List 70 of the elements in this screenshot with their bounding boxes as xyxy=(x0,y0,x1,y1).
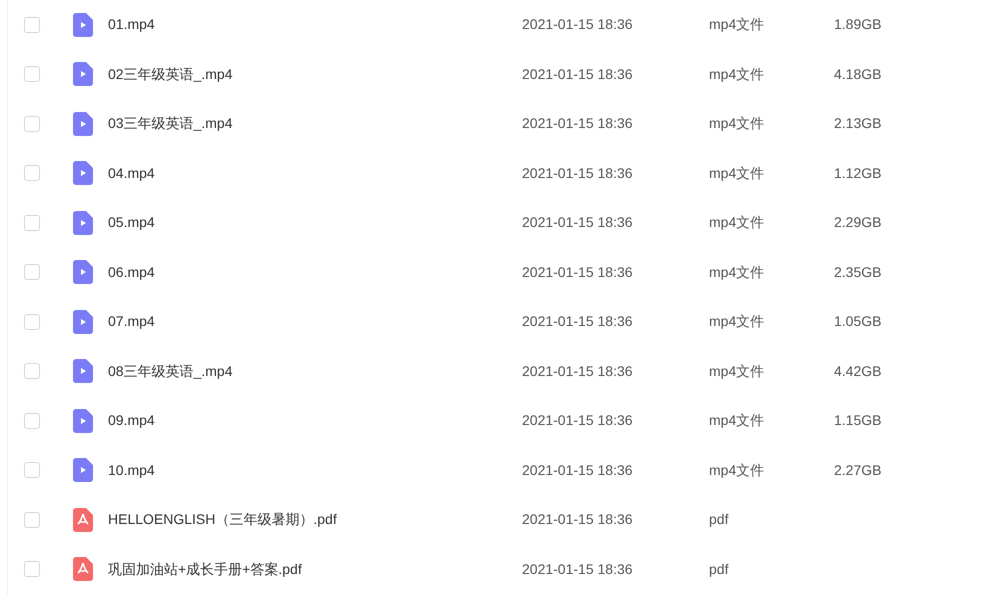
file-name[interactable]: 07.mp4 xyxy=(108,311,522,332)
file-type: pdf xyxy=(709,510,730,530)
modified-date: 2021-01-15 18:36 xyxy=(522,64,634,84)
video-file-icon xyxy=(73,62,93,86)
file-size: 1.12GB xyxy=(834,164,882,183)
modified-date: 2021-01-15 18:36 xyxy=(522,312,634,332)
file-size: 2.27GB xyxy=(834,460,882,480)
video-file-icon xyxy=(73,210,93,235)
pdf-file-icon xyxy=(73,557,93,582)
modified-date: 2021-01-15 18:36 xyxy=(522,362,634,381)
modified-date: 2021-01-15 18:36 xyxy=(522,164,634,183)
file-size: 1.89GB xyxy=(834,15,882,34)
file-type: mp4文件 xyxy=(709,114,766,134)
file-name[interactable]: 02三年级英语_.mp4 xyxy=(108,64,522,85)
file-type: mp4文件 xyxy=(709,312,766,332)
file-type: mp4文件 xyxy=(709,460,766,480)
checkbox[interactable] xyxy=(24,363,40,380)
pdf-file-icon xyxy=(73,508,93,532)
checkbox[interactable] xyxy=(24,66,40,82)
file-size: 2.35GB xyxy=(834,262,882,282)
checkbox[interactable] xyxy=(24,214,40,231)
video-file-icon xyxy=(73,458,93,482)
checkbox[interactable] xyxy=(24,116,40,132)
modified-date: 2021-01-15 18:36 xyxy=(522,460,634,480)
checkbox[interactable] xyxy=(24,264,40,280)
file-type: mp4文件 xyxy=(709,15,766,34)
file-size: 1.15GB xyxy=(834,411,882,430)
video-file-icon xyxy=(73,359,93,384)
file-name[interactable]: 09.mp4 xyxy=(108,410,522,432)
file-type: pdf xyxy=(709,560,730,579)
modified-date: 2021-01-15 18:36 xyxy=(522,15,634,34)
video-file-icon xyxy=(73,408,93,433)
file-type: mp4文件 xyxy=(709,164,766,183)
file-name[interactable]: 04.mp4 xyxy=(108,162,522,184)
video-file-icon xyxy=(73,260,93,284)
file-type: mp4文件 xyxy=(709,362,766,381)
file-type: mp4文件 xyxy=(709,64,766,84)
checkbox[interactable] xyxy=(24,561,40,578)
file-name[interactable]: 01.mp4 xyxy=(108,14,522,36)
checkbox[interactable] xyxy=(24,16,40,33)
video-file-icon xyxy=(73,112,93,136)
file-size: 1.05GB xyxy=(834,312,882,332)
video-file-icon xyxy=(73,310,93,334)
modified-date: 2021-01-15 18:36 xyxy=(522,510,634,530)
file-name[interactable]: 巩固加油站+成长手册+答案.pdf xyxy=(108,558,522,580)
checkbox[interactable] xyxy=(24,165,40,182)
file-type: mp4文件 xyxy=(709,411,766,430)
file-size: 4.18GB xyxy=(834,64,882,84)
file-name[interactable]: 10.mp4 xyxy=(108,460,522,481)
file-name[interactable]: 08三年级英语_.mp4 xyxy=(108,360,522,382)
video-file-icon xyxy=(73,12,93,37)
file-type: mp4文件 xyxy=(709,213,766,232)
file-name[interactable]: 05.mp4 xyxy=(108,212,522,234)
checkbox[interactable] xyxy=(24,412,40,429)
file-size: 2.13GB xyxy=(834,114,882,134)
checkbox[interactable] xyxy=(24,512,40,528)
checkbox[interactable] xyxy=(24,462,40,478)
modified-date: 2021-01-15 18:36 xyxy=(522,262,634,282)
file-type: mp4文件 xyxy=(709,262,766,282)
video-file-icon xyxy=(73,161,93,186)
modified-date: 2021-01-15 18:36 xyxy=(522,213,634,232)
file-size: 4.42GB xyxy=(834,362,882,381)
modified-date: 2021-01-15 18:36 xyxy=(522,411,634,430)
checkbox[interactable] xyxy=(24,314,40,330)
file-name[interactable]: 03三年级英语_.mp4 xyxy=(108,113,522,134)
file-name[interactable]: 06.mp4 xyxy=(108,262,522,283)
modified-date: 2021-01-15 18:36 xyxy=(522,114,634,134)
file-size: 2.29GB xyxy=(834,213,882,232)
file-name[interactable]: HELLOENGLISH（三年级暑期）.pdf xyxy=(108,509,522,530)
modified-date: 2021-01-15 18:36 xyxy=(522,560,634,579)
